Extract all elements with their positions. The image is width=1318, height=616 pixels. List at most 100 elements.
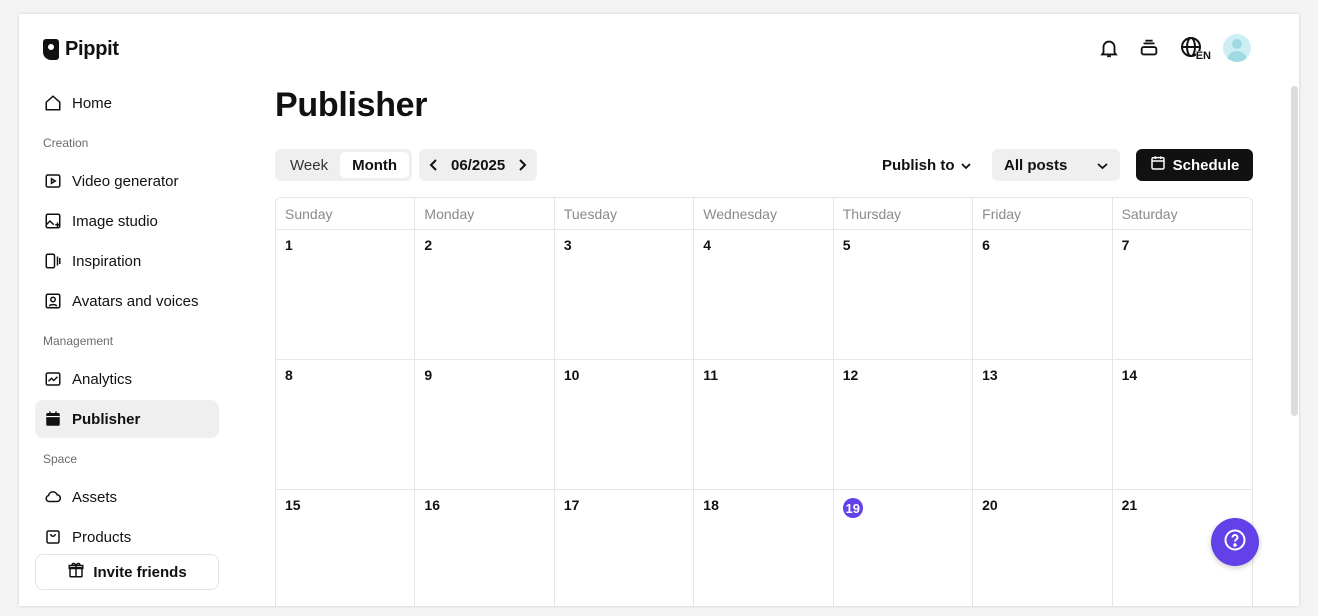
sidebar-item-label: Products: [72, 528, 132, 546]
calendar-day-cell[interactable]: 4: [694, 230, 834, 360]
sidebar-item-label: Home: [72, 94, 113, 112]
current-month-label: 06/2025: [451, 156, 506, 174]
day-number: 16: [424, 497, 440, 513]
calendar-day-cell[interactable]: 9: [415, 360, 555, 490]
credits-stack-icon[interactable]: [1137, 34, 1161, 62]
calendar-day-cell[interactable]: 3: [554, 230, 695, 360]
week-view-button[interactable]: Week: [278, 152, 340, 178]
weekday-label: Monday: [415, 198, 555, 229]
view-toggle: Week Month: [275, 149, 413, 181]
day-number: 2: [424, 237, 433, 253]
top-toolbar: EN: [1097, 34, 1251, 62]
sidebar-item-avatars-and-voices[interactable]: Avatars and voices: [35, 282, 219, 320]
notifications-bell-icon[interactable]: [1097, 34, 1121, 62]
publish-to-dropdown[interactable]: Publish to: [882, 154, 971, 176]
sidebar-item-video-generator[interactable]: Video generator: [35, 162, 219, 200]
app-name: Pippit: [65, 38, 119, 60]
day-number: 3: [563, 237, 572, 253]
calendar-day-cell[interactable]: 2: [415, 230, 555, 360]
sidebar-item-label: Video generator: [72, 172, 179, 190]
day-number: 4: [703, 237, 712, 253]
sidebar-item-label: Inspiration: [72, 252, 142, 270]
calendar-day-cell[interactable]: 1: [276, 230, 416, 360]
day-number: 14: [1121, 367, 1138, 383]
day-number: 11: [703, 367, 719, 383]
day-number: 20: [982, 497, 998, 513]
day-number: 18: [703, 497, 719, 513]
invite-friends-button[interactable]: Invite friends: [35, 554, 219, 590]
calendar-icon: [1150, 155, 1166, 175]
product-box-icon: [43, 527, 63, 547]
page-scrollbar[interactable]: [1291, 86, 1298, 416]
chevron-down-icon: [960, 157, 971, 174]
day-number: 13: [982, 367, 998, 383]
calendar-day-cell[interactable]: 12: [833, 360, 974, 490]
help-question-icon: [1223, 528, 1247, 557]
posts-filter-select[interactable]: All posts: [992, 149, 1120, 181]
analytics-chart-icon: [43, 369, 63, 389]
calendar-day-cell[interactable]: 10: [554, 360, 695, 490]
day-number: 1: [285, 237, 293, 253]
weekday-header: Sunday Monday Tuesday Wednesday Thursday…: [276, 198, 1252, 230]
day-number: 8: [285, 367, 293, 383]
help-button[interactable]: [1211, 518, 1259, 566]
sidebar-item-assets[interactable]: Assets: [35, 478, 219, 516]
chevron-down-icon: [1097, 157, 1108, 174]
app-window: Pippit EN Home Creation Video generator: [19, 14, 1299, 606]
section-label-management: Management: [43, 334, 114, 348]
previous-month-chevron-icon[interactable]: [427, 159, 441, 171]
sidebar-item-label: Analytics: [72, 370, 133, 388]
image-studio-icon: [43, 211, 63, 231]
avatar-icon: [43, 291, 63, 311]
month-view-button[interactable]: Month: [340, 152, 410, 178]
month-navigator: 06/2025: [419, 149, 538, 181]
weekday-label: Saturday: [1121, 206, 1178, 222]
calendar-day-cell[interactable]: 6: [973, 230, 1113, 360]
sidebar-item-label: Avatars and voices: [72, 292, 199, 310]
cloud-icon: [43, 487, 63, 507]
weekday-label: Wednesday: [694, 198, 834, 229]
user-avatar[interactable]: [1223, 34, 1251, 62]
app-logo[interactable]: Pippit: [43, 38, 119, 61]
calendar-day-cell[interactable]: 20: [973, 490, 1113, 606]
schedule-button[interactable]: Schedule: [1136, 149, 1253, 181]
next-month-chevron-icon[interactable]: [515, 159, 529, 171]
day-number: 21: [1121, 497, 1138, 513]
sidebar-item-publisher[interactable]: Publisher: [35, 400, 219, 438]
publish-to-label: Publish to: [882, 156, 955, 174]
calendar-day-cell[interactable]: 13: [973, 360, 1113, 490]
calendar-day-cell[interactable]: 15: [276, 490, 416, 606]
calendar-day-cell-today[interactable]: 19: [834, 490, 974, 606]
month-calendar: Sunday Monday Tuesday Wednesday Thursday…: [275, 197, 1253, 606]
calendar-day-cell[interactable]: 5: [833, 230, 974, 360]
day-number: 9: [424, 367, 433, 383]
video-generator-icon: [43, 171, 63, 191]
calendar-icon: [43, 409, 63, 429]
day-number: 10: [563, 367, 580, 383]
calendar-day-cell[interactable]: 14: [1112, 360, 1252, 490]
pippit-logo-icon: [43, 39, 59, 60]
sidebar-item-image-studio[interactable]: Image studio: [35, 202, 219, 240]
sidebar-item-label: Publisher: [72, 410, 141, 428]
language-globe-icon[interactable]: EN: [1177, 34, 1211, 62]
gift-icon: [67, 561, 85, 583]
day-number: 7: [1121, 237, 1130, 253]
weekday-label: Friday: [973, 198, 1113, 229]
sidebar-item-home[interactable]: Home: [35, 84, 219, 122]
sidebar-item-inspiration[interactable]: Inspiration: [35, 242, 219, 280]
calendar-day-cell[interactable]: 16: [415, 490, 555, 606]
calendar-day-cell[interactable]: 18: [694, 490, 834, 606]
calendar-day-cell[interactable]: 11: [694, 360, 834, 490]
calendar-day-cell[interactable]: 8: [276, 360, 416, 490]
page-title: Publisher: [275, 86, 428, 124]
day-number: 15: [285, 497, 301, 513]
sidebar-item-products[interactable]: Products: [35, 518, 219, 556]
day-number: 12: [842, 367, 859, 383]
section-label-space: Space: [43, 452, 78, 466]
calendar-day-cell[interactable]: 17: [555, 490, 695, 606]
day-number: 17: [563, 497, 580, 513]
invite-friends-label: Invite friends: [93, 563, 187, 581]
sidebar-item-analytics[interactable]: Analytics: [35, 360, 219, 398]
calendar-day-cell[interactable]: 7: [1112, 230, 1252, 360]
weekday-label: Thursday: [834, 198, 974, 229]
